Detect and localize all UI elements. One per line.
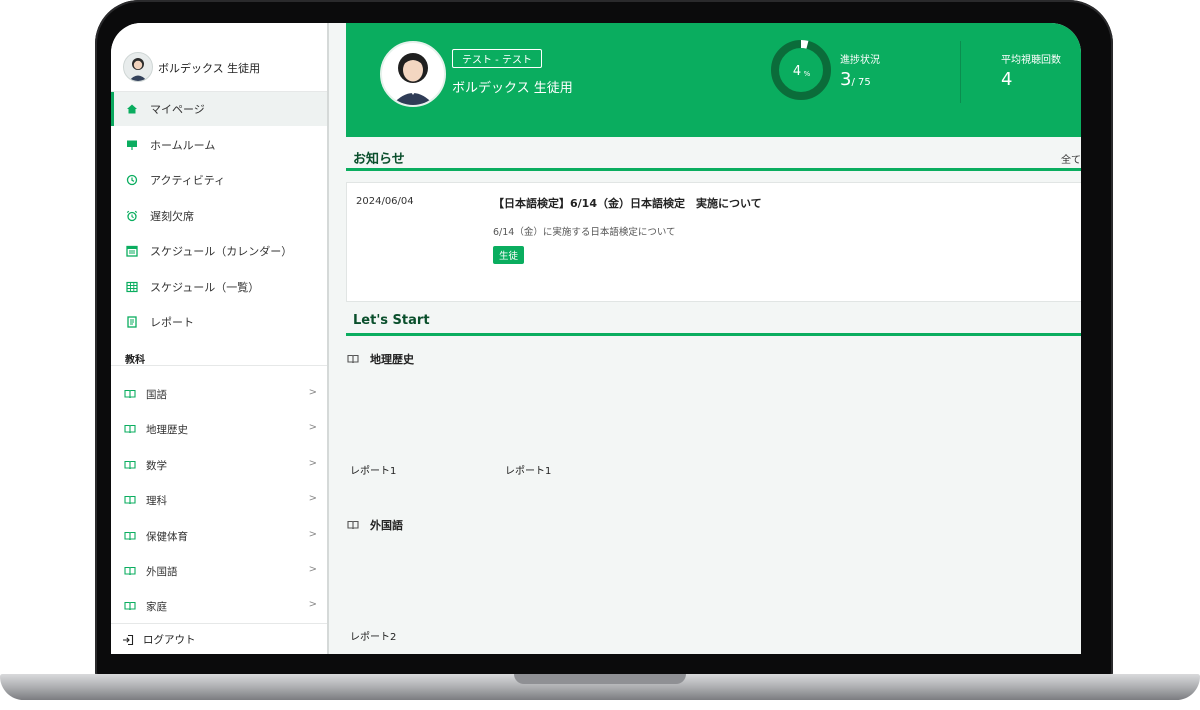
class-tag: テスト - テスト	[452, 49, 542, 68]
book-icon	[123, 599, 137, 613]
book-icon	[346, 352, 360, 366]
progress-value: 3/ 75	[840, 69, 871, 90]
news-view-all-link[interactable]: 全て	[1061, 151, 1081, 166]
news-item-desc: 6/14（金）に実施する日本語検定について	[493, 227, 676, 238]
sidebar-subject-japanese[interactable]: 国語 >	[111, 377, 327, 411]
alarm-clock-icon	[125, 209, 139, 223]
divider	[111, 365, 327, 366]
home-icon	[125, 102, 139, 116]
avatar	[380, 41, 446, 107]
sidebar-profile[interactable]: ボルデックス 生徒用	[111, 43, 327, 92]
progress-percent: 4	[793, 64, 801, 79]
sidebar-item-homeroom[interactable]: ホームルーム	[111, 128, 327, 162]
book-icon	[123, 564, 137, 578]
table-icon	[125, 280, 139, 294]
progress-percent-sign: %	[804, 70, 811, 78]
report-card[interactable]: レポート2	[350, 628, 396, 643]
sidebar-subject-foreign-language[interactable]: 外国語 >	[111, 554, 327, 588]
sidebar-item-activity[interactable]: アクティビティ	[111, 163, 327, 197]
presentation-icon	[125, 138, 139, 152]
sidebar-subject-label: 保健体育	[146, 530, 188, 543]
report-card[interactable]: レポート1	[505, 462, 551, 477]
sidebar-item-label: 遅刻欠席	[150, 210, 194, 223]
sidebar-subject-label: 理科	[146, 494, 167, 507]
book-icon	[123, 458, 137, 472]
student-name: ボルデックス 生徒用	[452, 81, 573, 96]
avatar	[123, 52, 153, 82]
sidebar-subject-geo-history[interactable]: 地理歴史 >	[111, 412, 327, 446]
sidebar-subject-label: 地理歴史	[146, 423, 188, 436]
start-subject-label: 地理歴史	[370, 353, 414, 366]
start-subject-label: 外国語	[370, 519, 403, 532]
logout-button[interactable]: ログアウト	[111, 623, 327, 654]
sidebar-item-label: アクティビティ	[150, 174, 226, 187]
chevron-right-icon: >	[308, 458, 317, 469]
chevron-right-icon: >	[308, 493, 317, 504]
chevron-right-icon: >	[308, 564, 317, 575]
sidebar-item-label: ホームルーム	[150, 139, 216, 152]
news-item[interactable]: 2024/06/04 【日本語検定】6/14（金）日本語検定 実施について 6/…	[346, 182, 1081, 302]
main-content: テスト - テスト ボルデックス 生徒用 4 % 進捗状況 3/ 75 平均視聴…	[329, 23, 1081, 654]
sidebar: ボルデックス 生徒用 マイページ ホームルーム アクティビティ 遅刻欠席 スケジ…	[111, 23, 329, 654]
sidebar-subject-label: 国語	[146, 388, 167, 401]
progress-ring: 4 %	[770, 39, 832, 101]
audience-badge: 生徒	[493, 246, 525, 264]
sidebar-user-name: ボルデックス 生徒用	[158, 62, 261, 75]
sidebar-subject-label: 数学	[146, 459, 167, 472]
document-icon	[125, 315, 139, 329]
sidebar-subject-pe[interactable]: 保健体育 >	[111, 519, 327, 553]
calendar-icon	[125, 244, 139, 258]
chevron-right-icon: >	[308, 529, 317, 540]
book-icon	[123, 387, 137, 401]
logout-icon	[121, 633, 135, 647]
laptop-notch	[514, 674, 686, 684]
chevron-right-icon: >	[308, 599, 317, 610]
sidebar-item-schedule-list[interactable]: スケジュール（一覧）	[111, 270, 327, 304]
avg-views-value: 4	[1001, 69, 1013, 90]
book-icon	[346, 518, 360, 532]
sidebar-subject-science[interactable]: 理科 >	[111, 483, 327, 517]
lets-start-title: Let's Start	[353, 313, 430, 328]
book-icon	[123, 493, 137, 507]
lets-start-header: Let's Start	[346, 307, 1081, 336]
logout-label: ログアウト	[143, 634, 196, 646]
report-card[interactable]: レポート1	[350, 462, 396, 477]
app-screen: ボルデックス 生徒用 マイページ ホームルーム アクティビティ 遅刻欠席 スケジ…	[111, 23, 1081, 654]
sidebar-item-label: マイページ	[150, 103, 205, 116]
sidebar-subject-home-economics[interactable]: 家庭 >	[111, 589, 327, 623]
sidebar-subject-label: 外国語	[146, 565, 178, 578]
sidebar-subject-math[interactable]: 数学 >	[111, 448, 327, 482]
sidebar-item-mypage[interactable]: マイページ	[111, 92, 327, 126]
sidebar-subject-label: 家庭	[146, 600, 167, 613]
chevron-right-icon: >	[308, 422, 317, 433]
book-icon	[123, 529, 137, 543]
start-subject-geo-history[interactable]: 地理歴史	[346, 351, 414, 367]
history-icon	[125, 173, 139, 187]
start-subject-foreign-language[interactable]: 外国語	[346, 517, 403, 533]
news-date: 2024/06/04	[356, 196, 414, 207]
divider	[960, 41, 961, 103]
sidebar-item-attendance[interactable]: 遅刻欠席	[111, 199, 327, 233]
book-icon	[123, 422, 137, 436]
news-section-header: お知らせ 全て	[346, 142, 1081, 171]
sidebar-item-report[interactable]: レポート	[111, 305, 327, 339]
sidebar-item-label: スケジュール（カレンダー）	[150, 245, 293, 258]
news-title: お知らせ	[353, 152, 405, 167]
progress-total: / 75	[851, 77, 871, 88]
subjects-heading: 教科	[125, 355, 145, 366]
news-item-title: 【日本語検定】6/14（金）日本語検定 実施について	[493, 197, 762, 210]
sidebar-item-label: スケジュール（一覧）	[150, 281, 260, 294]
avg-views-label: 平均視聴回数	[1001, 55, 1061, 66]
sidebar-item-schedule-calendar[interactable]: スケジュール（カレンダー）	[111, 234, 327, 268]
sidebar-item-label: レポート	[150, 316, 194, 329]
progress-done: 3	[840, 69, 852, 90]
chevron-right-icon: >	[308, 387, 317, 398]
profile-banner: テスト - テスト ボルデックス 生徒用 4 % 進捗状況 3/ 75 平均視聴…	[346, 23, 1081, 137]
progress-label: 進捗状況	[840, 55, 880, 66]
